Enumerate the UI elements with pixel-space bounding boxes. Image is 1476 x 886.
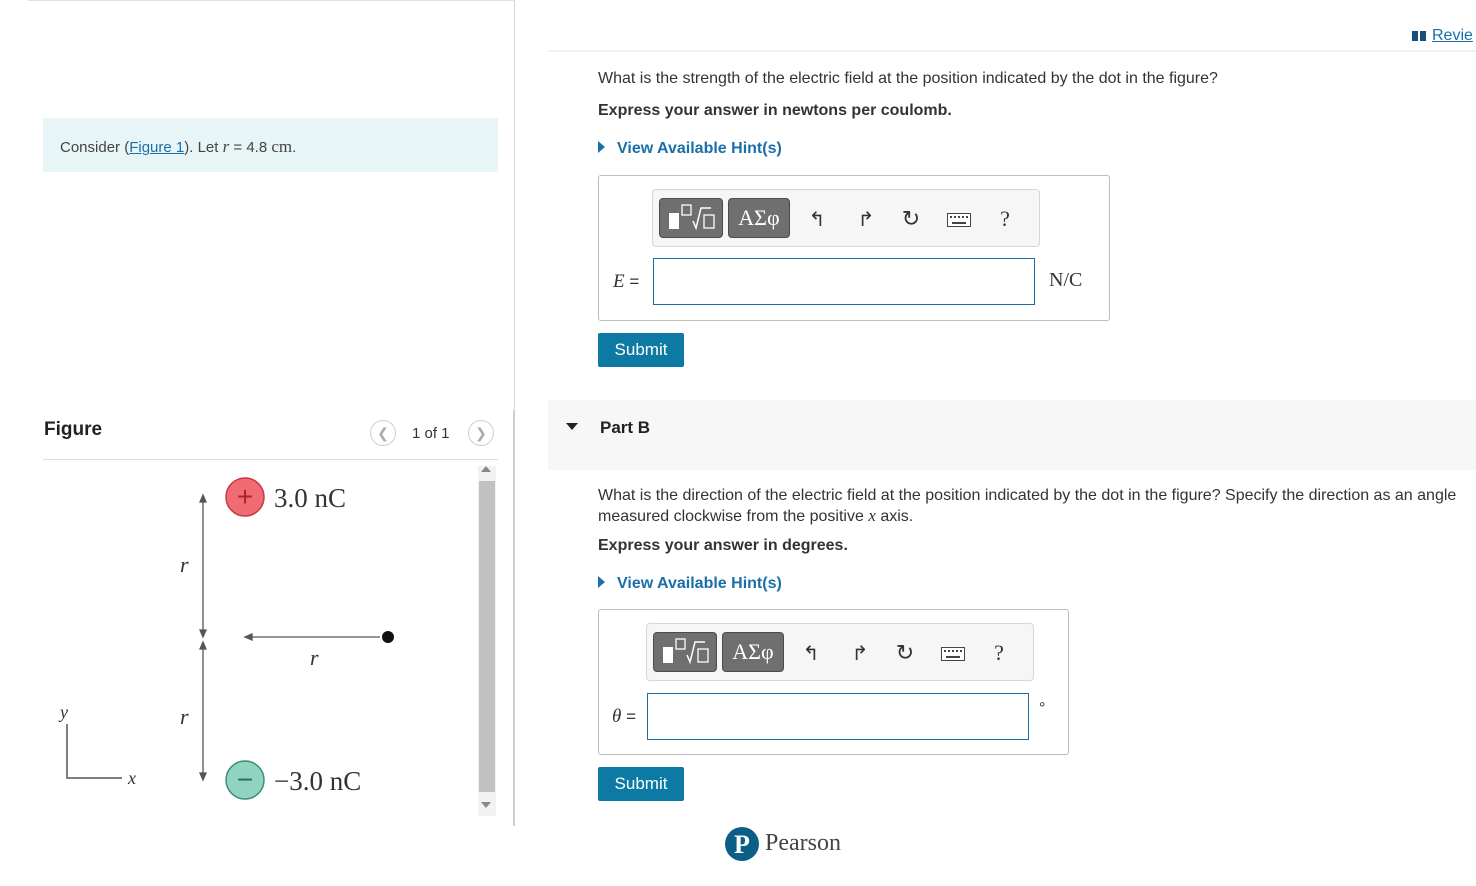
context-text: Consider (Figure 1). Let r = 4.8 cm. — [60, 137, 297, 156]
positive-charge: + — [225, 477, 265, 517]
top-distance-label: r — [180, 552, 189, 577]
pearson-logo-icon: P — [725, 827, 759, 861]
greek-symbols-button[interactable]: ΑΣφ — [728, 198, 790, 238]
context-panel: Consider (Figure 1). Let r = 4.8 cm. — [43, 118, 498, 172]
part-b-title: Part B — [600, 418, 651, 437]
figure-pager-text: 1 of 1 — [412, 425, 450, 442]
part-b-header[interactable]: Part B — [548, 400, 1476, 470]
chevron-left-icon[interactable]: ❮ — [370, 420, 396, 446]
part-a-variable-label: E = — [613, 271, 640, 292]
axis-y-label: y — [58, 702, 68, 722]
caret-down-icon — [566, 423, 578, 430]
top-distance-arrow — [199, 493, 207, 639]
part-a-answer-box: ΑΣφ ↰ ↱ ↻ ? E = N/C — [598, 175, 1110, 321]
figure-link[interactable]: Figure 1 — [129, 139, 184, 156]
part-b-question: What is the direction of the electric fi… — [598, 487, 1457, 525]
pane-divider-handle[interactable] — [513, 410, 515, 826]
scroll-up-icon[interactable] — [481, 466, 491, 472]
caret-right-icon — [598, 141, 605, 153]
part-b-express: Express your answer in degrees. — [598, 537, 848, 554]
reset-icon[interactable]: ↻ — [899, 206, 923, 232]
part-b-answer-box: ΑΣφ ↰ ↱ ↻ ? θ = ° — [598, 609, 1069, 755]
svg-text:+: + — [237, 481, 253, 512]
math-templates-button[interactable] — [659, 198, 723, 238]
math-templates-button[interactable] — [653, 632, 717, 672]
axes-indicator — [66, 724, 122, 779]
pearson-brand-text: Pearson — [765, 830, 841, 856]
part-a-math-toolbar: ΑΣφ ↰ ↱ ↻ ? — [652, 189, 1040, 247]
figure-scrollbar-thumb[interactable] — [479, 481, 495, 792]
field-point-dot — [382, 631, 394, 643]
scroll-down-icon[interactable] — [481, 802, 491, 808]
part-b-submit-button[interactable]: Submit — [598, 767, 684, 801]
right-top-divider — [548, 50, 1476, 52]
part-a-submit-button[interactable]: Submit — [598, 333, 684, 367]
pane-divider — [514, 0, 515, 410]
part-a-answer-input[interactable] — [653, 258, 1035, 305]
pearson-logo: P Pearson — [724, 826, 854, 866]
charge-figure: r r r + 3.0 nC − −3.0 nC y x — [58, 477, 394, 800]
figure-title: Figure — [44, 419, 103, 440]
math-templates-icon — [663, 638, 709, 665]
book-icon — [1412, 31, 1426, 41]
undo-icon[interactable]: ↰ — [805, 207, 829, 232]
part-b-math-toolbar: ΑΣφ ↰ ↱ ↻ ? — [646, 623, 1034, 681]
svg-text:−: − — [237, 764, 253, 795]
svg-text:P: P — [734, 830, 750, 859]
greek-symbols-button[interactable]: ΑΣφ — [722, 632, 784, 672]
figure-divider — [43, 459, 498, 460]
horizontal-distance-label: r — [310, 645, 319, 670]
top-divider — [28, 0, 514, 1]
undo-icon[interactable]: ↰ — [799, 641, 823, 666]
help-button[interactable]: ? — [987, 640, 1011, 666]
reset-icon[interactable]: ↻ — [893, 640, 917, 666]
part-a-express: Express your answer in newtons per coulo… — [598, 102, 952, 119]
redo-icon[interactable]: ↱ — [854, 207, 878, 232]
axis-x-label: x — [127, 768, 136, 788]
math-templates-icon — [669, 204, 715, 231]
part-a-hint-toggle[interactable]: View Available Hint(s) — [598, 140, 782, 158]
part-b-unit: ° — [1039, 700, 1046, 717]
bottom-distance-arrow — [199, 640, 207, 782]
part-a-unit: N/C — [1049, 269, 1083, 291]
keyboard-icon[interactable] — [947, 213, 971, 232]
bottom-distance-label: r — [180, 704, 189, 729]
part-a-question: What is the strength of the electric fie… — [598, 70, 1218, 87]
part-b-hint-toggle[interactable]: View Available Hint(s) — [598, 575, 782, 593]
keyboard-icon[interactable] — [941, 647, 965, 666]
help-button[interactable]: ? — [993, 206, 1017, 232]
part-b-variable-label: θ = — [612, 706, 636, 727]
positive-charge-label: 3.0 nC — [274, 483, 346, 513]
review-link[interactable]: Revie — [1412, 27, 1473, 45]
chevron-right-icon[interactable]: ❯ — [468, 420, 494, 446]
part-b-answer-input[interactable] — [647, 693, 1029, 740]
redo-icon[interactable]: ↱ — [848, 641, 872, 666]
caret-right-icon — [598, 576, 605, 588]
negative-charge: − — [225, 760, 265, 800]
negative-charge-label: −3.0 nC — [274, 766, 361, 796]
horizontal-distance-arrow — [243, 633, 380, 641]
